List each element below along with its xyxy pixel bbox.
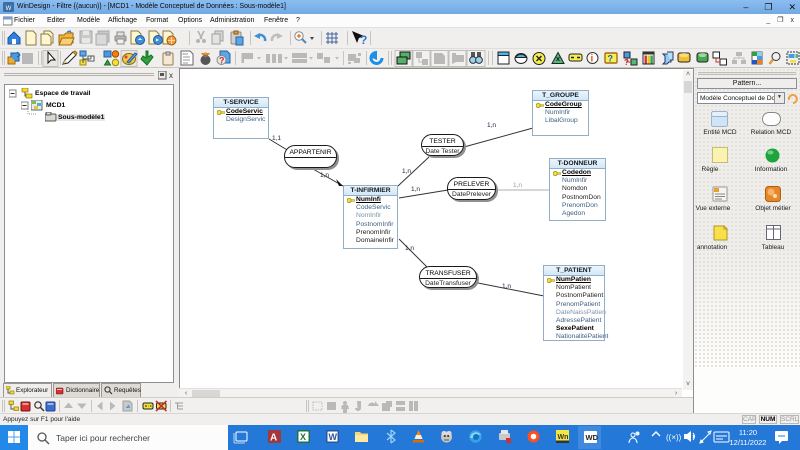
- svg-text:WD: WD: [586, 433, 599, 442]
- svg-text:Wn: Wn: [558, 434, 569, 441]
- svg-text:?: ?: [624, 58, 629, 67]
- svg-text:A: A: [270, 433, 277, 444]
- svg-text:x: x: [169, 71, 173, 80]
- svg-text:?: ?: [608, 54, 614, 64]
- svg-text:?: ?: [360, 33, 367, 47]
- svg-text:i: i: [591, 54, 594, 65]
- svg-text:12/11/2022: 12/11/2022: [730, 438, 767, 447]
- svg-text:((×)): ((×)): [666, 433, 682, 442]
- svg-text:X: X: [300, 432, 306, 442]
- svg-text:Taper ici pour rechercher: Taper ici pour rechercher: [56, 433, 150, 443]
- svg-text:?: ?: [219, 56, 225, 66]
- svg-text:11:20: 11:20: [739, 428, 757, 437]
- svg-text:W: W: [6, 6, 12, 12]
- svg-text:W: W: [329, 432, 338, 442]
